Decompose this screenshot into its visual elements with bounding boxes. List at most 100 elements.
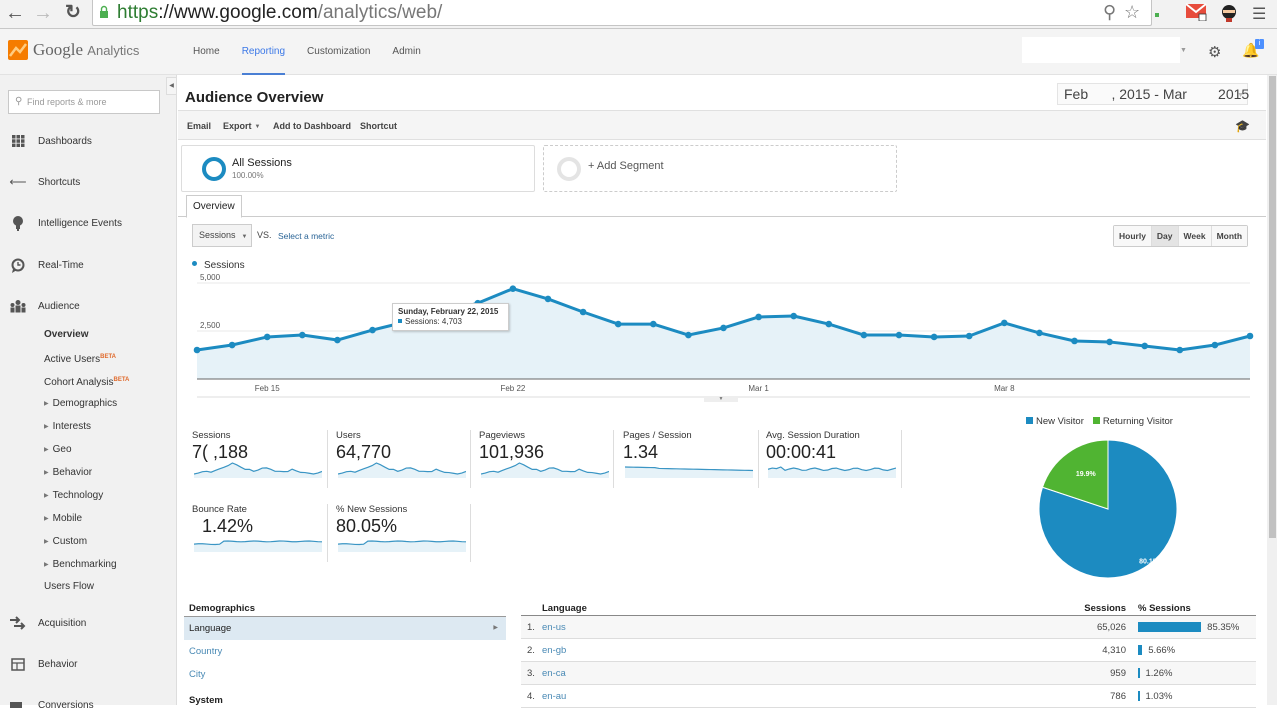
sidebar-sub-behavior[interactable]: ▶ Behavior	[44, 466, 92, 480]
sidebar-item-intelligence-events[interactable]: Intelligence Events	[0, 213, 176, 233]
export-button[interactable]: Export ▼	[223, 121, 260, 131]
data-point[interactable]	[930, 333, 938, 341]
data-point[interactable]	[1211, 341, 1219, 349]
gear-icon[interactable]: ⚙	[1208, 43, 1221, 61]
data-point[interactable]	[334, 336, 341, 344]
email-button[interactable]: Email	[187, 121, 211, 131]
sidebar-sub-cohort-analysis[interactable]: Cohort AnalysisBETA	[44, 373, 129, 388]
date-range-picker[interactable]: Feb , 2015 - Mar 2015 ▼	[1057, 83, 1249, 105]
demographics-language[interactable]: Language ▶	[184, 617, 506, 640]
data-point[interactable]	[1106, 338, 1113, 346]
address-bar[interactable]: https://www.google.com/analytics/web/ ⚲ …	[92, 0, 1152, 26]
sidebar-item-behavior[interactable]: Behavior	[0, 654, 176, 674]
scorecard-pages-per-session[interactable]: Pages / Session 1.34	[623, 430, 759, 488]
language-link[interactable]: en-us	[542, 622, 566, 633]
ninja-extension-icon[interactable]	[1219, 3, 1239, 23]
data-point[interactable]	[685, 331, 692, 339]
data-point[interactable]	[860, 331, 868, 339]
nav-customization[interactable]: Customization	[296, 29, 381, 75]
add-segment-button[interactable]: + Add Segment	[543, 145, 897, 192]
data-point[interactable]	[193, 346, 201, 354]
data-point[interactable]	[1141, 342, 1148, 350]
report-search[interactable]: ⚲	[8, 90, 160, 114]
data-point[interactable]	[614, 320, 622, 328]
nav-home[interactable]: Home	[182, 29, 231, 75]
account-caret-icon[interactable]: ▼	[1180, 47, 1187, 54]
sidebar-item-shortcuts[interactable]: ⟵ Shortcuts	[0, 172, 176, 192]
zoom-icon[interactable]: ⚲	[1103, 2, 1116, 23]
collapse-sidebar-button[interactable]: ◀	[166, 77, 177, 95]
sidebar-sub-overview[interactable]: Overview	[44, 328, 88, 342]
sidebar-sub-users-flow[interactable]: Users Flow	[44, 580, 94, 594]
data-point[interactable]	[1176, 346, 1184, 354]
sidebar-sub-active-users[interactable]: Active UsersBETA	[44, 350, 116, 365]
language-link[interactable]: en-ca	[542, 668, 566, 679]
scrollbar-thumb[interactable]	[1269, 76, 1276, 538]
sidebar-item-audience[interactable]: Audience	[0, 296, 176, 316]
chart-resize-handle[interactable]: ▼	[704, 396, 738, 402]
sidebar-item-dashboards[interactable]: Dashboards	[0, 131, 176, 151]
language-link[interactable]: en-au	[542, 691, 566, 702]
nav-admin[interactable]: Admin	[381, 29, 431, 75]
search-input[interactable]	[27, 94, 155, 110]
account-selector[interactable]	[1022, 37, 1180, 63]
data-point[interactable]	[369, 326, 376, 334]
tab-overview[interactable]: Overview	[186, 195, 242, 218]
scorecard-avg-session-duration[interactable]: Avg. Session Duration 00:00:41	[766, 430, 902, 488]
granularity-month[interactable]: Month	[1211, 226, 1248, 246]
back-arrow-icon[interactable]: ←	[4, 2, 26, 24]
scorecard-new-sessions[interactable]: % New Sessions 80.05%	[336, 504, 472, 562]
granularity-day[interactable]: Day	[1151, 226, 1179, 246]
sidebar-sub-custom[interactable]: ▶ Custom	[44, 535, 87, 549]
language-link[interactable]: en-gb	[542, 645, 566, 656]
data-point[interactable]	[755, 313, 762, 321]
sidebar-sub-interests[interactable]: ▶ Interests	[44, 420, 91, 434]
nav-reporting[interactable]: Reporting	[231, 29, 296, 75]
data-point[interactable]	[790, 312, 797, 320]
granularity-week[interactable]: Week	[1178, 226, 1212, 246]
scorecard-pageviews[interactable]: Pageviews 101,936	[479, 430, 615, 488]
data-point[interactable]	[895, 331, 903, 339]
data-point[interactable]	[263, 333, 271, 341]
segment-all-sessions[interactable]: All Sessions 100.00%	[181, 145, 535, 192]
granularity-hourly[interactable]: Hourly	[1114, 226, 1152, 246]
data-point[interactable]	[1246, 332, 1254, 340]
reload-icon[interactable]: ↻	[62, 2, 84, 24]
data-point[interactable]	[579, 308, 587, 316]
graduation-cap-icon[interactable]: 🎓	[1235, 119, 1250, 133]
sidebar-sub-demographics[interactable]: ▶ Demographics	[44, 397, 117, 411]
data-point[interactable]	[650, 320, 657, 328]
sidebar-sub-mobile[interactable]: ▶ Mobile	[44, 512, 82, 526]
sidebar-sub-technology[interactable]: ▶ Technology	[44, 489, 103, 503]
scorecard-sessions[interactable]: Sessions 7( ,188	[192, 430, 328, 488]
data-point[interactable]	[299, 331, 306, 339]
data-point[interactable]	[825, 320, 833, 328]
notification-badge[interactable]: i	[1255, 39, 1264, 49]
data-point[interactable]	[720, 324, 727, 332]
data-point[interactable]	[1071, 337, 1078, 345]
sidebar-item-acquisition[interactable]: Acquisition	[0, 613, 176, 633]
shortcut-button[interactable]: Shortcut	[360, 121, 397, 131]
bookmark-star-icon[interactable]: ☆	[1124, 2, 1140, 23]
data-point[interactable]	[1001, 319, 1008, 327]
data-point[interactable]	[965, 332, 973, 340]
data-point[interactable]	[509, 285, 517, 293]
menu-icon[interactable]: ☰	[1252, 4, 1266, 24]
scorecard-bounce-rate[interactable]: Bounce Rate 1.42%	[192, 504, 328, 562]
data-point[interactable]	[544, 295, 552, 303]
metric-select[interactable]: Sessions ▼	[192, 224, 252, 247]
sidebar-item-conversions[interactable]: Conversions	[0, 695, 176, 715]
data-point[interactable]	[1036, 329, 1043, 337]
demographics-country[interactable]: Country	[184, 640, 506, 663]
extension-icon[interactable]	[1155, 10, 1167, 18]
sidebar-sub-benchmarking[interactable]: ▶ Benchmarking	[44, 558, 117, 572]
data-point[interactable]	[228, 341, 236, 349]
gmail-icon[interactable]	[1186, 3, 1208, 21]
sidebar-sub-geo[interactable]: ▶ Geo	[44, 443, 72, 457]
demographics-city[interactable]: City	[184, 663, 506, 686]
select-metric-link[interactable]: Select a metric	[278, 231, 334, 241]
add-to-dashboard-button[interactable]: Add to Dashboard	[273, 121, 351, 131]
google-analytics-logo[interactable]: Google Analytics	[8, 40, 139, 60]
sidebar-item-real-time[interactable]: Real-Time	[0, 255, 176, 275]
scorecard-users[interactable]: Users 64,770	[336, 430, 472, 488]
